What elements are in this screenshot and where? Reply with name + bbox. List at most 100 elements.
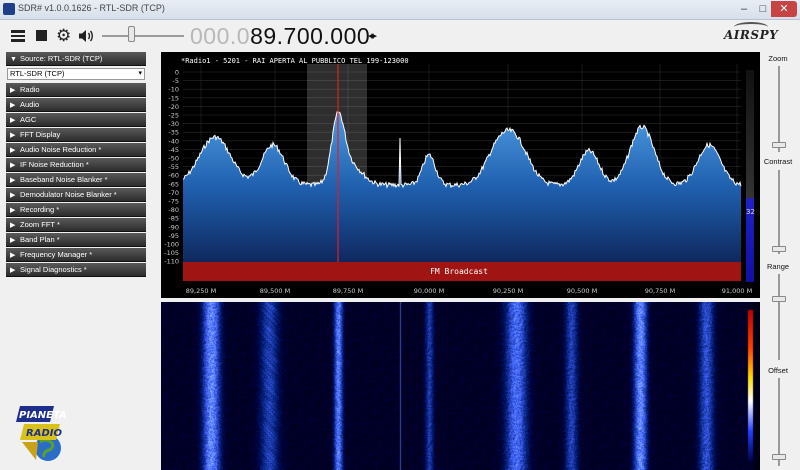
y-tick-label: -25: [168, 112, 179, 120]
panel-item-label: Radio: [20, 85, 40, 94]
expand-arrow-icon: ▶: [10, 117, 16, 124]
y-tick-label: -110: [164, 258, 179, 266]
y-tick-label: -85: [168, 215, 179, 223]
frequency-leading-zeros: 000.0: [190, 23, 251, 49]
panel-item[interactable]: ▶ Band Plan *: [6, 233, 146, 247]
source-select-value: RTL-SDR (TCP): [10, 69, 65, 78]
tune-arrows-icon[interactable]: ◂▸: [368, 29, 377, 42]
panel-item-label: Recording *: [20, 205, 60, 214]
y-tick-label: -20: [168, 103, 179, 111]
close-button[interactable]: ✕: [771, 1, 797, 17]
offset-slider-thumb[interactable]: [772, 454, 786, 460]
source-panel-header[interactable]: ▼ Source: RTL-SDR (TCP): [6, 52, 146, 66]
x-tick-label: 89,500 M: [260, 287, 290, 295]
expand-arrow-icon: ▶: [10, 162, 16, 169]
expand-arrow-icon: ▶: [10, 267, 16, 274]
spectrum-analyzer[interactable]: 0 -5 -10 -15 -20 -25 -30 -35 -40 -45 -50 -55 -60 -65-…: [161, 52, 760, 298]
x-tick-label: 90,500 M: [567, 287, 597, 295]
volume-slider[interactable]: [102, 26, 184, 42]
panel-item[interactable]: ▶ AGC: [6, 113, 146, 127]
x-tick-label: 89,250 M: [186, 287, 216, 295]
expand-arrow-icon: ▶: [10, 237, 16, 244]
range-slider[interactable]: [772, 274, 786, 360]
panel-item-label: AGC: [20, 115, 37, 124]
spectrum-fill: [183, 112, 741, 281]
panel-item-label: Zoom FFT *: [20, 220, 60, 229]
y-tick-label: -35: [168, 129, 179, 137]
zoom-slider-thumb[interactable]: [772, 142, 786, 148]
y-tick-label: -100: [164, 241, 179, 249]
menu-icon[interactable]: [11, 28, 27, 44]
y-tick-label: -65: [168, 180, 179, 188]
range-slider-thumb[interactable]: [772, 296, 786, 302]
expand-arrow-icon: ▶: [10, 252, 16, 259]
source-panel-label: Source: RTL-SDR (TCP): [20, 54, 103, 63]
panel-item-label: IF Noise Reduction *: [20, 160, 89, 169]
panel-item-label: Baseband Noise Blanker *: [20, 175, 108, 184]
panel-item[interactable]: ▶ Radio: [6, 83, 146, 97]
chevron-down-icon: ▾: [138, 70, 142, 77]
zoom-slider[interactable]: [772, 66, 786, 152]
stop-icon[interactable]: [36, 30, 47, 41]
y-tick-label: -10: [168, 86, 179, 94]
y-tick-label: -70: [168, 189, 179, 197]
panel-item[interactable]: ▶ Audio: [6, 98, 146, 112]
panel-item-label: Band Plan *: [20, 235, 60, 244]
speaker-icon[interactable]: [78, 28, 94, 44]
panel-item-label: Audio: [20, 100, 40, 109]
offset-slider[interactable]: [772, 378, 786, 466]
panel-item[interactable]: ▶ FFT Display: [6, 128, 146, 142]
expand-arrow-icon: ▶: [10, 192, 16, 199]
x-tick-label: 90,750 M: [645, 287, 675, 295]
y-tick-label: -15: [168, 94, 179, 102]
panel-item[interactable]: ▶ Audio Noise Reduction *: [6, 143, 146, 157]
side-panel: ▼ Source: RTL-SDR (TCP) RTL-SDR (TCP) ▾ ▶…: [6, 52, 146, 278]
y-axis-labels: 0-5-10-15-20-25-30-35-40-45-50-55-60-65-…: [164, 69, 179, 266]
frequency-value: 89.700.000: [250, 23, 371, 49]
panel-item[interactable]: ▶ Frequency Manager *: [6, 248, 146, 262]
expand-arrow-icon: ▶: [10, 207, 16, 214]
app-icon: [3, 3, 15, 15]
offset-label: Offset: [768, 366, 788, 375]
window-title: SDR# v1.0.0.1626 - RTL-SDR (TCP): [18, 3, 165, 13]
band-plan-label: FM Broadcast: [430, 267, 488, 276]
y-tick-label: -75: [168, 198, 179, 206]
panel-item[interactable]: ▶ Zoom FFT *: [6, 218, 146, 232]
expand-arrow-icon: ▶: [10, 87, 16, 94]
y-tick-label: -30: [168, 120, 179, 128]
panel-item[interactable]: ▶ Baseband Noise Blanker *: [6, 173, 146, 187]
snr-value: 32: [746, 208, 755, 216]
contrast-label: Contrast: [763, 157, 793, 166]
y-tick-label: -50: [168, 155, 179, 163]
volume-slider-thumb[interactable]: [128, 26, 135, 42]
panel-item-label: Audio Noise Reduction *: [20, 145, 102, 154]
waterfall-display[interactable]: [161, 302, 760, 470]
contrast-slider[interactable]: [772, 170, 786, 254]
y-tick-label: -5: [173, 77, 179, 85]
range-label: Range: [766, 262, 790, 271]
snr-meter: [746, 70, 754, 282]
panel-item[interactable]: ▶ IF Noise Reduction *: [6, 158, 146, 172]
panel-item-label: Demodulator Noise Blanker *: [20, 190, 117, 199]
source-select[interactable]: RTL-SDR (TCP) ▾: [7, 68, 145, 80]
panel-item[interactable]: ▶ Signal Diagnostics *: [6, 263, 146, 277]
frequency-display[interactable]: 000.089.700.000: [190, 23, 370, 49]
airspy-logo: AIRSPY: [724, 22, 779, 42]
title-bar: SDR# v1.0.0.1626 - RTL-SDR (TCP) – □ ✕: [0, 0, 800, 20]
expand-arrow-icon: ▶: [10, 177, 16, 184]
y-tick-label: -105: [164, 249, 179, 257]
pianeta-radio-logo: PIANETA RADIO: [16, 406, 67, 461]
x-tick-label: 91,000 M: [722, 287, 752, 295]
panel-item-label: Frequency Manager *: [20, 250, 93, 259]
toolbar: ⚙ 000.089.700.000 ◂▸ AIRSPY: [0, 20, 800, 52]
panel-item-label: Signal Diagnostics *: [20, 265, 87, 274]
contrast-slider-thumb[interactable]: [772, 246, 786, 252]
panel-item[interactable]: ▶ Recording *: [6, 203, 146, 217]
expand-arrow-icon: ▶: [10, 102, 16, 109]
gear-icon[interactable]: ⚙: [56, 27, 72, 44]
panel-item[interactable]: ▶ Demodulator Noise Blanker *: [6, 188, 146, 202]
waterfall-canvas: [161, 302, 760, 470]
expand-arrow-icon: ▶: [10, 147, 16, 154]
expand-arrow-icon: ▶: [10, 222, 16, 229]
collapse-arrow-icon: ▼: [10, 56, 17, 63]
